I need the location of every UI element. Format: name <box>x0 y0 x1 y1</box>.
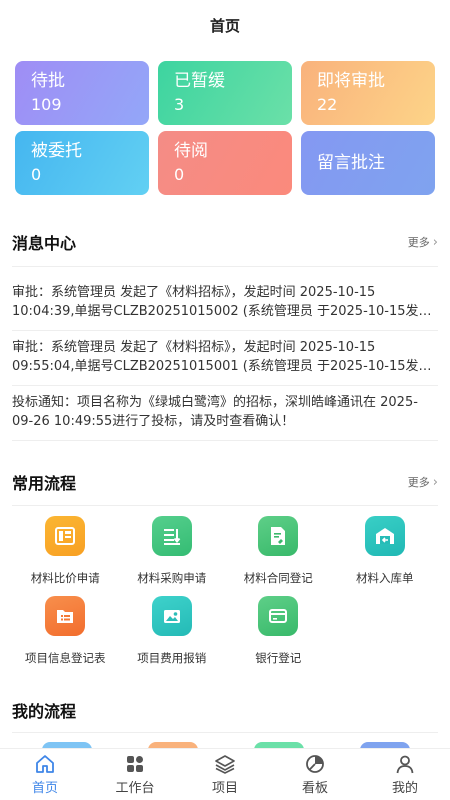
tile-label: 已暂缓 <box>174 71 225 91</box>
flow-label: 项目费用报销 <box>137 651 207 665</box>
tab-label: 我的 <box>391 781 418 796</box>
tile-pending[interactable]: 待批 109 <box>15 61 149 125</box>
pie-chart-icon <box>306 755 324 773</box>
divider <box>12 732 438 733</box>
tile-label: 待阅 <box>174 141 208 161</box>
tile-label: 待批 <box>31 71 65 91</box>
divider <box>12 440 438 441</box>
chevron-right-icon: › <box>432 234 438 250</box>
section-title: 消息中心 <box>12 234 77 253</box>
contract-icon <box>258 516 299 556</box>
grid-icon <box>127 756 143 772</box>
section-title: 常用流程 <box>12 474 77 493</box>
more-label: 更多 <box>407 236 430 249</box>
common-flows-header: 常用流程 更多 › <box>12 462 438 502</box>
flow-item[interactable]: 材料合同登记 <box>225 516 332 586</box>
warehouse-icon <box>364 516 405 556</box>
flow-item[interactable]: 项目信息登记表 <box>12 596 119 666</box>
flow-label: 银行登记 <box>255 651 302 665</box>
chevron-right-icon: › <box>432 474 438 490</box>
flow-item[interactable]: 材料入库单 <box>332 516 439 586</box>
my-flows-header: 我的流程 <box>12 690 438 730</box>
table-icon <box>45 516 86 556</box>
folder-icon <box>45 596 86 636</box>
flow-item[interactable]: 材料采购申请 <box>119 516 226 586</box>
tab-projects[interactable]: 项目 <box>180 753 270 796</box>
message-item[interactable]: 投标通知：项目名称为《绿城白鹭湾》的招标，深圳皓峰通讯在 2025-09-26 … <box>12 393 438 431</box>
tab-home[interactable]: 首页 <box>0 753 90 796</box>
flow-item[interactable]: 材料比价申请 <box>12 516 119 586</box>
tile-label: 即将审批 <box>317 71 385 91</box>
flow-item[interactable]: 项目费用报销 <box>119 596 226 666</box>
tab-workbench[interactable]: 工作台 <box>90 753 180 796</box>
divider <box>12 330 438 331</box>
page-title: 首页 <box>209 16 240 35</box>
tile-count: 109 <box>31 95 62 114</box>
tile-count: 3 <box>174 95 185 114</box>
divider <box>12 385 438 386</box>
flow-label: 项目信息登记表 <box>25 651 106 665</box>
tab-label: 看板 <box>301 781 328 796</box>
image-card-icon <box>151 596 192 636</box>
list-sort-icon <box>151 516 192 556</box>
tile-comments[interactable]: 留言批注 <box>301 131 435 195</box>
tab-label: 工作台 <box>115 781 155 796</box>
message-item[interactable]: 审批：系统管理员 发起了《材料招标》，发起时间 2025-10-15 09:55… <box>12 338 438 376</box>
flow-item[interactable]: 银行登记 <box>225 596 332 666</box>
tile-count: 22 <box>317 95 338 114</box>
more-link[interactable]: 更多 › <box>408 234 438 250</box>
more-label: 更多 <box>407 476 430 489</box>
tab-label: 项目 <box>211 781 238 796</box>
divider <box>12 505 438 506</box>
tile-count: 0 <box>31 165 42 184</box>
tab-me[interactable]: 我的 <box>360 753 450 796</box>
top-bar: 首页 <box>0 0 450 50</box>
more-link[interactable]: 更多 › <box>408 474 438 490</box>
bottom-tab-bar: 首页 工作台 项目 看板 我的 <box>0 748 450 800</box>
tab-dashboard[interactable]: 看板 <box>270 753 360 796</box>
message-center-header: 消息中心 更多 › <box>12 222 438 262</box>
tab-label: 首页 <box>31 781 58 796</box>
bank-card-icon <box>258 596 299 636</box>
divider <box>12 266 438 267</box>
message-item[interactable]: 审批：系统管理员 发起了《材料招标》，发起时间 2025-10-15 10:04… <box>12 283 438 321</box>
flow-label: 材料比价申请 <box>30 571 100 585</box>
tile-label: 留言批注 <box>317 153 385 173</box>
flow-label: 材料合同登记 <box>243 571 313 585</box>
layers-icon <box>215 755 235 774</box>
summary-tiles: 待批 109 已暂缓 3 即将审批 22 被委托 0 待阅 0 留言批注 <box>15 61 435 195</box>
home-icon <box>36 755 54 773</box>
tile-suspended[interactable]: 已暂缓 3 <box>158 61 292 125</box>
tile-to-read[interactable]: 待阅 0 <box>158 131 292 195</box>
tile-delegated[interactable]: 被委托 0 <box>15 131 149 195</box>
tile-count: 0 <box>174 165 185 184</box>
tile-upcoming[interactable]: 即将审批 22 <box>301 61 435 125</box>
flow-label: 材料入库单 <box>356 571 414 585</box>
flow-label: 材料采购申请 <box>137 571 207 585</box>
section-title: 我的流程 <box>12 702 77 721</box>
user-icon <box>396 755 414 774</box>
tile-label: 被委托 <box>31 141 82 161</box>
flow-grid: 材料比价申请 材料采购申请 材料合同登记 材料入库单 项目信息登记表 项目费用报… <box>12 516 438 666</box>
